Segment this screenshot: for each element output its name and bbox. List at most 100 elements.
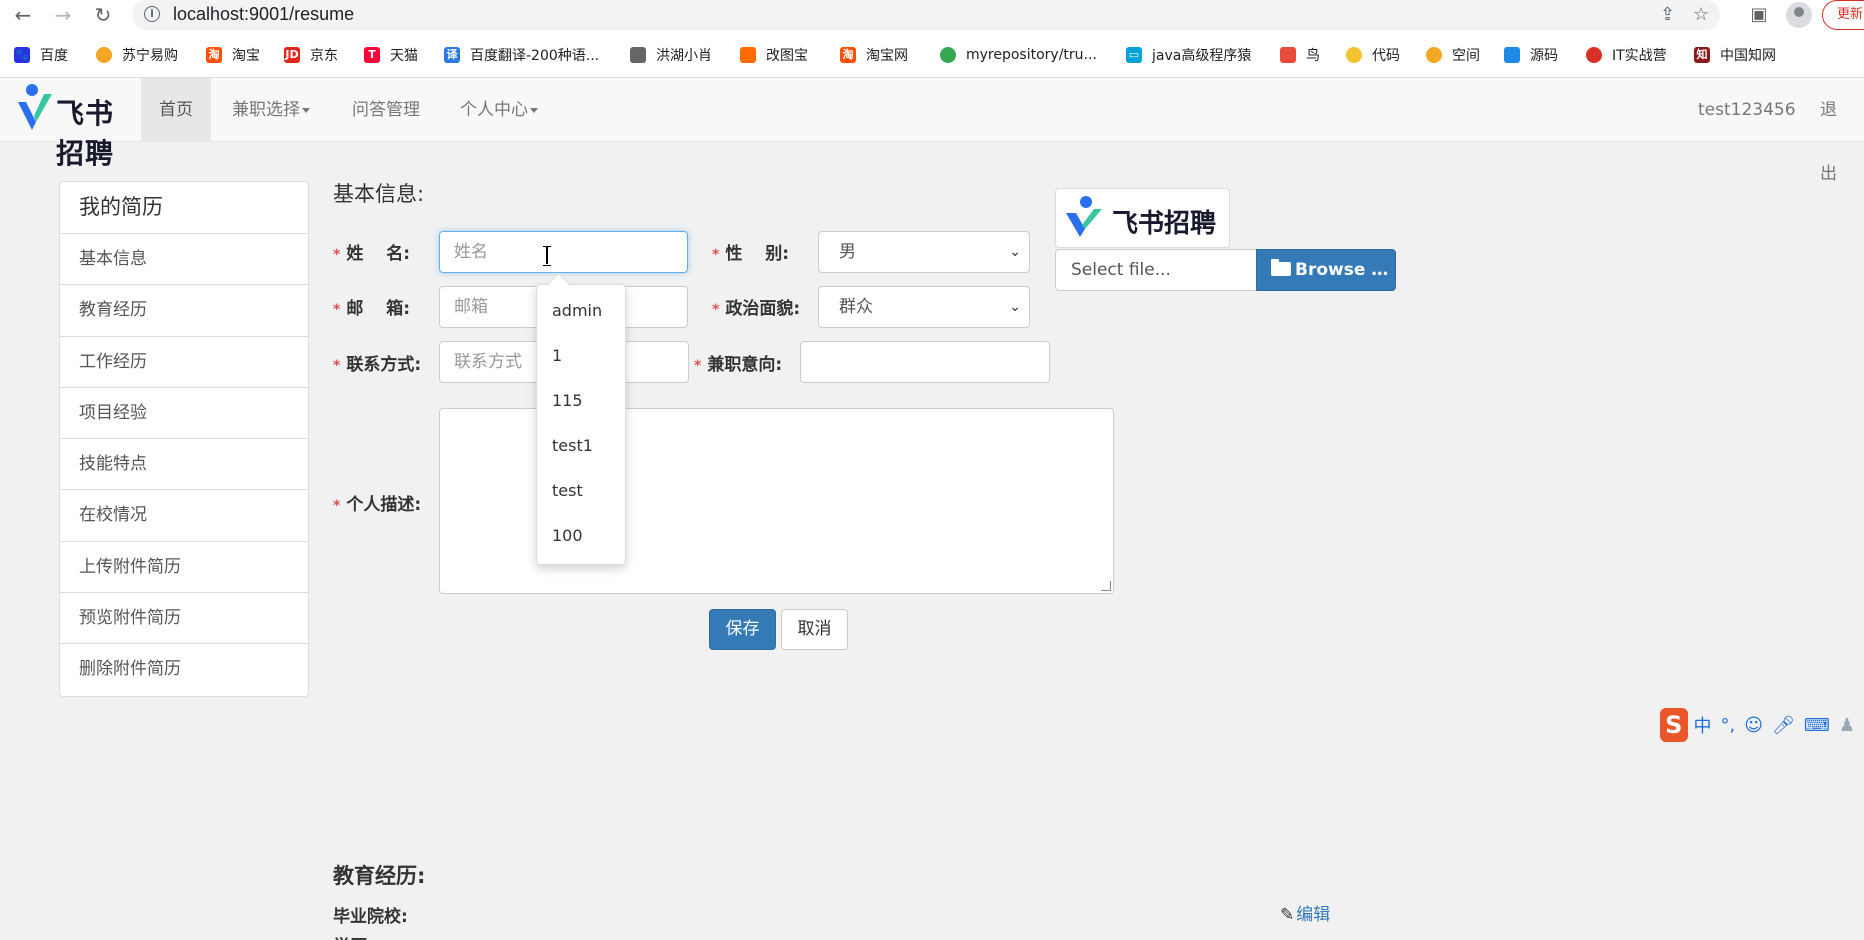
required-mark: * xyxy=(333,302,341,318)
sogou-logo-icon[interactable]: S xyxy=(1660,708,1688,742)
folder-open-icon xyxy=(1271,259,1291,276)
brand-name: 飞书招聘 xyxy=(56,97,115,170)
autocomplete-option[interactable]: admin xyxy=(552,301,602,320)
sidebar-item-upload-attachment[interactable]: 上传附件简历 xyxy=(60,542,308,594)
name-input[interactable]: 姓名 xyxy=(439,231,688,273)
it-icon xyxy=(1586,47,1602,63)
bookmark-niao[interactable]: 鸟 xyxy=(1280,42,1320,68)
degree-label: 学历: xyxy=(333,932,374,940)
taobao-icon: 淘 xyxy=(206,47,222,63)
file-path-input[interactable]: Select file... xyxy=(1055,249,1257,291)
required-mark: * xyxy=(333,498,341,514)
intent-input[interactable] xyxy=(800,341,1050,383)
app-navbar: 飞书招聘 首页 兼职选择 问答管理 个人中心 test123456 退出 xyxy=(0,78,1864,184)
bookmark-baidu-translate[interactable]: 译百度翻译-200种语... xyxy=(444,42,599,68)
reload-icon[interactable]: ↻ xyxy=(90,2,116,28)
bookmark-java[interactable]: ▭ java高级程序猿 xyxy=(1126,42,1251,68)
brand-logo[interactable]: 飞书招聘 xyxy=(12,78,142,170)
profile-avatar-icon[interactable] xyxy=(1786,2,1812,28)
education-title: 教育经历: xyxy=(333,864,426,888)
forward-icon[interactable]: → xyxy=(50,2,76,28)
side-panel-icon[interactable]: ▣ xyxy=(1746,2,1772,28)
tmall-icon: T xyxy=(364,47,380,63)
ime-punct-toggle[interactable]: °, xyxy=(1721,715,1736,736)
bilibili-icon: ▭ xyxy=(1126,47,1142,63)
update-button[interactable]: 更新 xyxy=(1822,0,1864,30)
caret-down-icon xyxy=(302,107,310,113)
nav-personal-center[interactable]: 个人中心 xyxy=(442,78,556,142)
gender-select[interactable]: 男 ⌄ xyxy=(818,231,1030,273)
bookmark-taobao[interactable]: 淘淘宝 xyxy=(206,42,260,68)
autocomplete-option[interactable]: 115 xyxy=(552,391,583,410)
autocomplete-option[interactable]: test1 xyxy=(552,436,593,455)
bookmark-honghu[interactable]: 洪湖小肖 xyxy=(630,42,712,68)
sidebar-item-skills[interactable]: 技能特点 xyxy=(60,439,308,491)
bookmark-space[interactable]: 空间 xyxy=(1426,42,1480,68)
microphone-icon[interactable]: 🎤︎ xyxy=(1772,715,1795,736)
nav-home[interactable]: 首页 xyxy=(141,78,211,142)
autocomplete-option[interactable]: test xyxy=(552,481,583,500)
nav-parttime[interactable]: 兼职选择 xyxy=(214,78,328,142)
sidebar-item-basic-info[interactable]: 基本信息 xyxy=(60,234,308,286)
bookmark-star-icon[interactable]: ☆ xyxy=(1693,4,1709,25)
suning-icon xyxy=(96,47,112,63)
required-mark: * xyxy=(694,358,702,374)
bookmark-code[interactable]: 代码 xyxy=(1346,42,1400,68)
bookmark-baidu[interactable]: 🐾 百度 xyxy=(14,42,68,68)
bookmarks-bar: 🐾 百度 苏宁易购 淘淘宝 JD 京东 T 天猫 译百度翻译-200种语... 洪湖小… xyxy=(0,42,1864,68)
edit-icon: ✎ xyxy=(1280,905,1295,925)
autocomplete-option[interactable]: 1 xyxy=(552,346,562,365)
bookmark-source[interactable]: 源码 xyxy=(1504,42,1558,68)
baidu-icon: 🐾 xyxy=(14,47,30,63)
taobao-web-icon: 淘 xyxy=(840,47,856,63)
gender-label: * 性 别: xyxy=(712,244,790,264)
bookmark-tmall[interactable]: T 天猫 xyxy=(364,42,418,68)
cancel-button[interactable]: 取消 xyxy=(781,609,848,650)
required-mark: * xyxy=(712,247,720,263)
chevron-down-icon: ⌄ xyxy=(1009,299,1021,315)
brand-logo-icon xyxy=(18,84,52,130)
resize-handle-icon[interactable] xyxy=(1101,581,1111,591)
edit-education-link[interactable]: ✎ 编辑 xyxy=(1280,900,1330,925)
smiley-icon[interactable]: ☺ xyxy=(1744,715,1763,736)
upload-brand-name: 飞书招聘 xyxy=(1112,209,1217,239)
back-icon[interactable]: ← xyxy=(10,2,36,28)
autocomplete-option[interactable]: 100 xyxy=(552,526,583,545)
sidebar-item-campus[interactable]: 在校情况 xyxy=(60,490,308,542)
nav-logout[interactable]: 退出 xyxy=(1802,78,1864,184)
name-label: * 姓 名: xyxy=(333,244,411,264)
desc-label: * 个人描述: xyxy=(333,495,422,515)
site-info-icon[interactable]: i xyxy=(144,6,160,22)
chevron-down-icon: ⌄ xyxy=(1009,244,1021,260)
share-icon[interactable]: ⇪ xyxy=(1660,4,1675,25)
sidebar-item-work[interactable]: 工作经历 xyxy=(60,337,308,388)
bookmark-gaitubao[interactable]: 改图宝 xyxy=(740,42,808,68)
keyboard-icon[interactable]: ⌨ xyxy=(1804,715,1830,736)
translate-icon: 译 xyxy=(444,47,460,63)
nav-username[interactable]: test123456 xyxy=(1680,78,1814,142)
cnki-icon: 知 xyxy=(1694,47,1710,63)
sidebar-item-preview-attachment[interactable]: 预览附件简历 xyxy=(60,593,308,645)
bookmark-it[interactable]: IT实战营 xyxy=(1586,42,1667,68)
sidebar-item-delete-attachment[interactable]: 删除附件简历 xyxy=(60,644,308,695)
space-icon xyxy=(1426,47,1442,63)
sidebar-item-projects[interactable]: 项目经验 xyxy=(60,388,308,440)
bookmark-taobao-web[interactable]: 淘淘宝网 xyxy=(840,42,908,68)
bookmark-myrepository[interactable]: myrepository/tru... xyxy=(940,42,1097,68)
bookmark-cnki[interactable]: 知中国知网 xyxy=(1694,42,1776,68)
ime-toolbar: S 中 °, ☺ 🎤︎ ⌨ ♟ xyxy=(1660,708,1864,742)
docker-icon xyxy=(1504,47,1520,63)
sidebar-item-education[interactable]: 教育经历 xyxy=(60,285,308,337)
ime-mode-toggle[interactable]: 中 xyxy=(1694,712,1712,738)
jd-icon: JD xyxy=(284,47,300,63)
bookmark-jd[interactable]: JD 京东 xyxy=(284,42,338,68)
address-bar[interactable]: i localhost:9001/resume ⇪ ☆ xyxy=(132,0,1720,30)
political-select[interactable]: 群众 ⌄ xyxy=(818,286,1030,328)
url-text[interactable]: localhost:9001/resume xyxy=(173,4,354,25)
save-button[interactable]: 保存 xyxy=(709,609,776,650)
sidebar-title: 我的简历 xyxy=(60,182,308,234)
browse-button[interactable]: Browse … xyxy=(1256,249,1396,291)
user-icon[interactable]: ♟ xyxy=(1839,715,1855,736)
nav-qa[interactable]: 问答管理 xyxy=(334,78,438,142)
bookmark-suning[interactable]: 苏宁易购 xyxy=(96,42,178,68)
